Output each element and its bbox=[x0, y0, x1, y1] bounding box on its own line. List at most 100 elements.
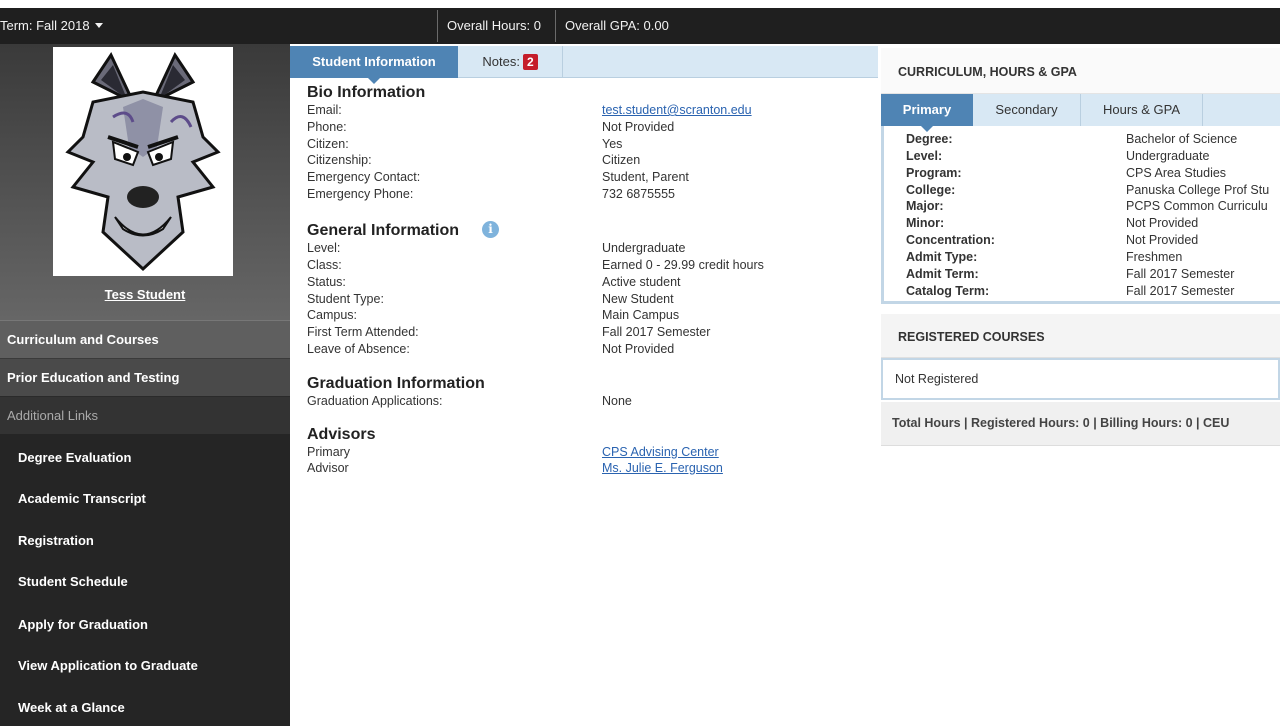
prior-education-section[interactable]: Prior Education and Testing bbox=[0, 358, 290, 396]
top-bar: Term: Fall 2018 Overall Hours: 0 Overall… bbox=[0, 8, 1280, 44]
general-value: Undergraduate bbox=[602, 241, 686, 255]
registered-title: REGISTERED COURSES bbox=[898, 330, 1045, 344]
advising-center-link[interactable]: CPS Advising Center bbox=[602, 445, 719, 459]
general-label: First Term Attended: bbox=[307, 325, 419, 339]
curriculum-courses-section[interactable]: Curriculum and Courses bbox=[0, 320, 290, 358]
tab-primary[interactable]: Primary bbox=[881, 94, 973, 132]
bio-value: 732 6875555 bbox=[602, 187, 675, 201]
student-info-panel: Student Information Notes: 2 Bio Informat… bbox=[290, 44, 878, 726]
top-strip bbox=[0, 0, 1280, 8]
divider bbox=[437, 10, 438, 42]
curriculum-value: Fall 2017 Semester bbox=[1126, 267, 1235, 281]
info-icon[interactable]: i bbox=[482, 221, 499, 238]
sidebar: Tess Student Curriculum and Courses Prio… bbox=[0, 44, 290, 726]
overall-gpa: Overall GPA: 0.00 bbox=[565, 18, 669, 33]
overall-hours: Overall Hours: 0 bbox=[447, 18, 541, 33]
profile-panel: Tess Student bbox=[0, 44, 290, 320]
link-view-application[interactable]: View Application to Graduate bbox=[18, 658, 198, 673]
curriculum-value: Freshmen bbox=[1126, 250, 1183, 264]
right-column: CURRICULUM, HOURS & GPA Primary Secondar… bbox=[878, 44, 1280, 726]
general-label: Student Type: bbox=[307, 292, 384, 306]
bio-label: Citizen: bbox=[307, 137, 349, 151]
info-tabbar: Student Information Notes: 2 bbox=[290, 46, 878, 84]
tab-student-information[interactable]: Student Information bbox=[290, 46, 458, 84]
notes-count-badge: 2 bbox=[522, 54, 538, 70]
bio-label: Citizenship: bbox=[307, 153, 372, 167]
curriculum-value: Not Provided bbox=[1126, 216, 1199, 230]
advisor-link[interactable]: Ms. Julie E. Ferguson bbox=[602, 461, 723, 475]
curriculum-value: CPS Area Studies bbox=[1126, 166, 1227, 180]
curriculum-value: Bachelor of Science bbox=[1126, 132, 1238, 146]
curriculum-label: College: bbox=[906, 183, 956, 197]
link-degree-evaluation[interactable]: Degree Evaluation bbox=[18, 450, 131, 465]
graduation-label: Graduation Applications: bbox=[307, 394, 443, 408]
term-label: Term: Fall 2018 bbox=[0, 18, 90, 33]
curriculum-title: CURRICULUM, HOURS & GPA bbox=[898, 65, 1077, 79]
student-name-link[interactable]: Tess Student bbox=[0, 287, 290, 302]
general-value: Fall 2017 Semester bbox=[602, 325, 711, 339]
general-value: Active student bbox=[602, 275, 681, 289]
general-label: Class: bbox=[307, 258, 342, 272]
general-heading: General Information bbox=[307, 222, 460, 239]
general-label: Status: bbox=[307, 275, 346, 289]
link-student-schedule[interactable]: Student Schedule bbox=[18, 574, 128, 589]
curriculum-label: Concentration: bbox=[906, 233, 995, 247]
registered-courses-footer: Total Hours | Registered Hours: 0 | Bill… bbox=[881, 402, 1280, 446]
tab-notes[interactable]: Notes: 2 bbox=[458, 46, 563, 78]
wolf-mascot-icon bbox=[65, 51, 221, 272]
registration-status: Not Registered bbox=[895, 372, 979, 386]
student-photo bbox=[53, 47, 233, 276]
general-value: Main Campus bbox=[602, 308, 680, 322]
additional-links-header: Additional Links bbox=[0, 396, 290, 434]
bio-value: Not Provided bbox=[602, 120, 675, 134]
graduation-heading: Graduation Information bbox=[307, 375, 485, 392]
registered-courses-header: REGISTERED COURSES bbox=[881, 314, 1280, 358]
general-value: Not Provided bbox=[602, 342, 675, 356]
bio-value: Student, Parent bbox=[602, 170, 689, 184]
curriculum-value: Not Provided bbox=[1126, 233, 1199, 247]
curriculum-label: Program: bbox=[906, 166, 962, 180]
general-label: Campus: bbox=[307, 308, 358, 322]
registered-courses-body: Not Registered bbox=[881, 358, 1280, 400]
curriculum-label: Degree: bbox=[906, 132, 953, 146]
curriculum-value: Fall 2017 Semester bbox=[1126, 284, 1235, 298]
advisor-label: Primary bbox=[307, 445, 351, 459]
curriculum-label: Minor: bbox=[906, 216, 945, 230]
bio-value: Yes bbox=[602, 137, 623, 151]
curriculum-value: Undergraduate bbox=[1126, 149, 1210, 163]
notes-label: Notes: bbox=[482, 54, 520, 69]
curriculum-value: Panuska College Prof Stu bbox=[1126, 183, 1270, 197]
tab-hours-gpa[interactable]: Hours & GPA bbox=[1081, 94, 1203, 126]
advisor-label: Advisor bbox=[307, 461, 349, 475]
curriculum-label: Admit Term: bbox=[906, 267, 979, 281]
bio-label: Phone: bbox=[307, 120, 347, 134]
general-value: Earned 0 - 29.99 credit hours bbox=[602, 258, 764, 272]
hours-summary: Total Hours | Registered Hours: 0 | Bill… bbox=[892, 416, 1230, 430]
link-week-at-a-glance[interactable]: Week at a Glance bbox=[18, 700, 125, 715]
curriculum-tabbar: Primary Secondary Hours & GPA bbox=[881, 94, 1280, 132]
link-apply-graduation[interactable]: Apply for Graduation bbox=[18, 617, 148, 632]
caret-down-icon bbox=[94, 23, 103, 28]
bio-heading: Bio Information bbox=[307, 84, 426, 101]
bio-label: Email: bbox=[307, 103, 342, 117]
curriculum-label: Catalog Term: bbox=[906, 284, 990, 298]
general-label: Leave of Absence: bbox=[307, 342, 410, 356]
link-registration[interactable]: Registration bbox=[18, 533, 94, 548]
tab-secondary[interactable]: Secondary bbox=[973, 94, 1081, 126]
curriculum-panel-header: CURRICULUM, HOURS & GPA bbox=[881, 48, 1280, 94]
email-link[interactable]: test.student@scranton.edu bbox=[602, 103, 752, 117]
curriculum-details: Degree: Bachelor of Science Level: Under… bbox=[881, 126, 1280, 304]
bio-value: Citizen bbox=[602, 153, 641, 167]
curriculum-label: Major: bbox=[906, 199, 944, 213]
link-academic-transcript[interactable]: Academic Transcript bbox=[18, 491, 146, 506]
advisors-heading: Advisors bbox=[307, 426, 376, 443]
general-value: New Student bbox=[602, 292, 674, 306]
bio-label: Emergency Phone: bbox=[307, 187, 414, 201]
curriculum-label: Level: bbox=[906, 149, 943, 163]
general-label: Level: bbox=[307, 241, 341, 255]
graduation-value: None bbox=[602, 394, 632, 408]
bio-label: Emergency Contact: bbox=[307, 170, 421, 184]
curriculum-label: Admit Type: bbox=[906, 250, 978, 264]
term-selector[interactable]: Term: Fall 2018 bbox=[0, 8, 103, 44]
divider bbox=[555, 10, 556, 42]
